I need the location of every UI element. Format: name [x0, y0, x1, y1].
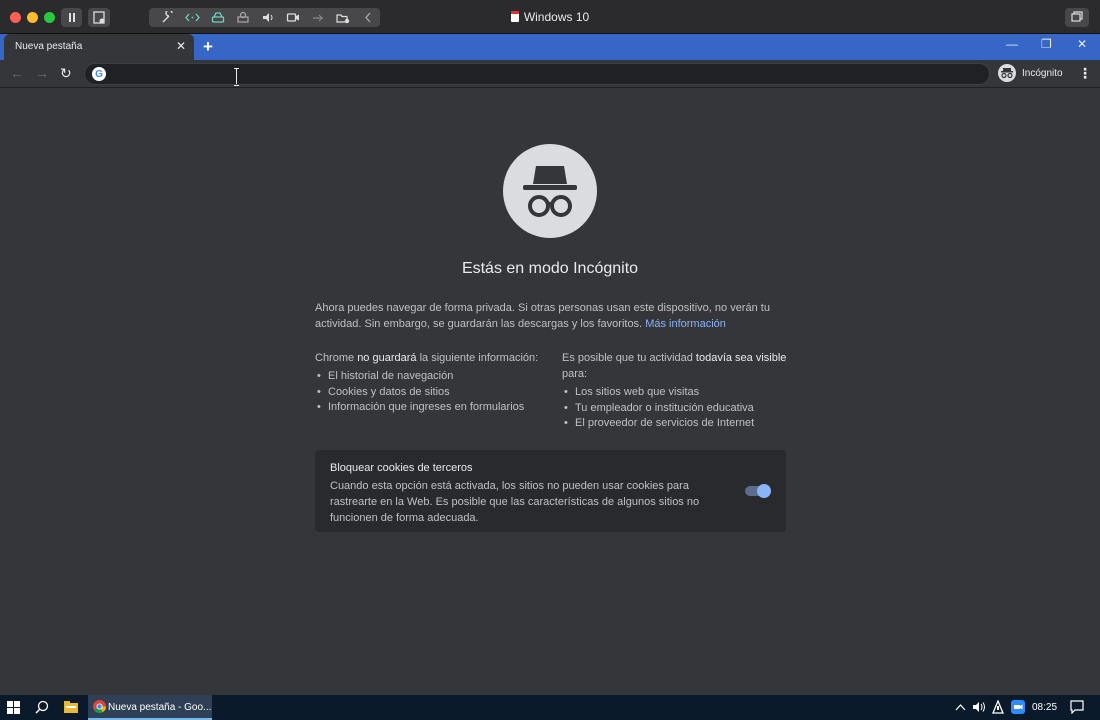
vm-host-titlebar: Windows 10 [0, 0, 1100, 34]
not-saved-lead-before: Chrome [315, 352, 358, 364]
list-item: El proveedor de servicios de Internet [562, 416, 792, 432]
minimize-icon[interactable]: — [1006, 37, 1018, 51]
text-cursor [234, 68, 240, 86]
search-icon[interactable] [35, 700, 49, 714]
browser-toolbar: ← → ↻ G Incógnito ⋮ [0, 60, 1100, 88]
list-item: Cookies y datos de sitios [315, 385, 545, 401]
restore-icon[interactable]: ❐ [1041, 37, 1052, 51]
network-icon[interactable] [992, 700, 1004, 714]
page-title: Estás en modo Incógnito [461, 260, 639, 277]
visible-lead-after: para: [562, 368, 588, 380]
intro-paragraph: Ahora puedes navegar de forma privada. S… [315, 300, 785, 332]
list-item: Los sitios web que visitas [562, 385, 792, 401]
block-cookies-card: Bloquear cookies de terceros Cuando esta… [315, 450, 786, 532]
window-stack-icon [1071, 11, 1083, 22]
vm-title-label: Windows 10 [523, 10, 590, 24]
visible-column: Es posible que tu actividad todavía sea … [562, 350, 792, 432]
google-icon: G [92, 67, 106, 81]
file-explorer-icon[interactable] [64, 701, 78, 713]
menu-icon[interactable]: ⋮ [1078, 65, 1092, 82]
list-item: El historial de navegación [315, 369, 545, 385]
profile-button[interactable]: Incógnito [998, 64, 1063, 82]
taskbar-app-label: Nueva pestaña - Goo... [108, 702, 212, 713]
new-tab-button[interactable]: + [203, 37, 213, 57]
taskbar-clock: 08:25 [1032, 702, 1058, 713]
address-bar[interactable]: G [84, 63, 990, 85]
tab-title: Nueva pestaña [15, 41, 83, 52]
close-icon[interactable]: ✕ [1077, 37, 1087, 51]
visible-lead-bold: todavía sea visible [695, 352, 787, 364]
list-item: Tu empleador o institución educativa [562, 401, 792, 417]
chevron-up-icon[interactable] [955, 703, 966, 711]
vm-title: Windows 10 [0, 10, 1100, 24]
not-saved-lead-after: la siguiente información: [416, 352, 539, 364]
more-info-link[interactable]: Más información [645, 318, 726, 330]
windows-taskbar: Nueva pestaña - Goo... 08:25 [0, 695, 1100, 720]
list-item: Información que ingreses en formularios [315, 400, 545, 416]
notification-icon[interactable] [1070, 700, 1084, 714]
not-saved-list: El historial de navegación Cookies y dat… [315, 369, 545, 416]
not-saved-lead-bold: no guardará [357, 352, 417, 364]
back-icon[interactable]: ← [10, 65, 24, 81]
incognito-icon [503, 144, 597, 238]
incognito-page: Estás en modo Incógnito Ahora puedes nav… [0, 88, 1100, 695]
tab-close-icon[interactable]: ✕ [176, 39, 186, 53]
volume-icon[interactable] [972, 701, 986, 713]
windows-start-icon[interactable] [7, 701, 20, 714]
reload-icon[interactable]: ↻ [60, 65, 72, 82]
profile-label: Incógnito [1022, 67, 1063, 79]
cookie-title: Bloquear cookies de terceros [330, 462, 473, 474]
tab-new-tab[interactable]: Nueva pestaña ✕ [4, 34, 194, 60]
forward-icon[interactable]: → [35, 65, 49, 81]
incognito-icon [998, 64, 1016, 82]
fullscreen-button[interactable] [1065, 8, 1089, 27]
not-saved-column: Chrome no guardará la siguiente informac… [315, 350, 545, 416]
video-call-icon[interactable] [1011, 700, 1025, 714]
visible-lead-before: Es posible que tu actividad [562, 352, 696, 364]
not-saved-lead: Chrome no guardará la siguiente informac… [315, 350, 545, 366]
block-cookies-toggle[interactable] [745, 484, 771, 498]
cookie-description: Cuando esta opción está activada, los si… [330, 480, 700, 524]
toggle-knob [757, 484, 771, 498]
tab-strip: Nueva pestaña ✕ + — ❐ ✕ [0, 34, 1100, 60]
visible-list: Los sitios web que visitas Tu empleador … [562, 385, 792, 432]
taskbar-chrome-button[interactable]: Nueva pestaña - Goo... [88, 695, 212, 720]
document-icon [510, 11, 519, 22]
chrome-icon [93, 700, 106, 713]
visible-lead: Es posible que tu actividad todavía sea … [562, 350, 792, 382]
